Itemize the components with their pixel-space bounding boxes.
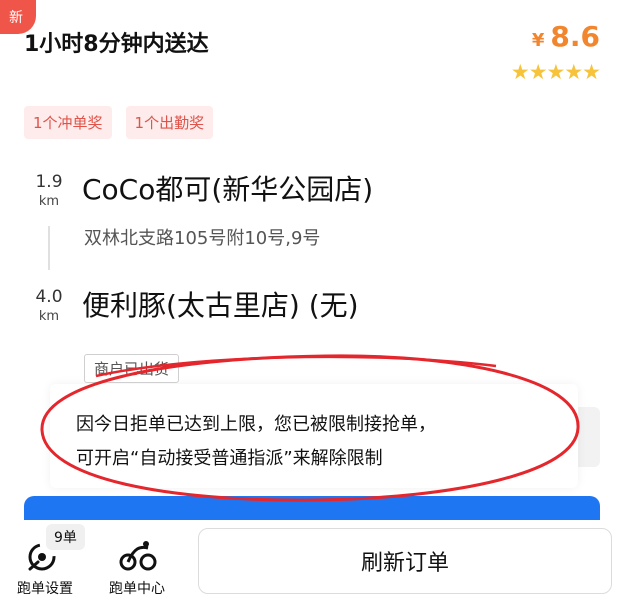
dropoff-distance: 4.0 km [32, 287, 66, 324]
delivery-time: 1小时8分钟内送达 [24, 32, 209, 57]
star-icon: ★ [510, 60, 530, 84]
bonus-tag: 1个出勤奖 [125, 106, 214, 139]
star-icon: ★ [564, 60, 583, 84]
annotation-ellipse [40, 354, 580, 502]
pickup-shop-name: CoCo都可(新华公园店) [82, 173, 374, 206]
price-value: 8.6 [550, 20, 600, 53]
pickup-address: 双林北支路105号附10号,9号 [84, 228, 321, 249]
star-icon: ★ [582, 60, 601, 84]
order-count-badge: 9单 [46, 524, 85, 550]
route-connector [48, 226, 50, 270]
courier-center-button[interactable]: 跑单中心 [92, 520, 182, 597]
currency-symbol: ¥ [531, 30, 545, 51]
pickup-distance-value: 1.9 [35, 172, 63, 192]
bottom-bar: 9单 跑单设置 跑单中心 刷新订单 [0, 520, 634, 597]
dispatch-settings-label: 跑单设置 [17, 581, 73, 597]
pickup-distance: 1.9 km [32, 172, 66, 209]
star-icon: ★ [528, 60, 548, 84]
star-icon: ★ [546, 60, 566, 84]
rating-stars: ★★★★★ [510, 60, 601, 84]
order-card[interactable]: 新 1小时8分钟内送达 ¥8.6 ★★★★★ 1个冲单奖 1个出勤奖 1.9 km… [0, 0, 634, 520]
courier-center-icon [119, 541, 157, 571]
order-price: ¥8.6 [532, 20, 600, 53]
bonus-tag: 1个冲单奖 [24, 106, 112, 139]
dropoff-shop-name: 便利豚(太古里店) (无) [82, 289, 359, 322]
dropoff-distance-unit: km [38, 309, 60, 324]
refresh-orders-button[interactable]: 刷新订单 [198, 528, 612, 594]
dispatch-settings-button[interactable]: 9单 跑单设置 [0, 520, 90, 597]
courier-center-label: 跑单中心 [109, 581, 165, 597]
bonus-tags: 1个冲单奖 1个出勤奖 [24, 106, 214, 139]
pickup-distance-unit: km [38, 194, 60, 209]
dropoff-distance-value: 4.0 [35, 287, 63, 307]
